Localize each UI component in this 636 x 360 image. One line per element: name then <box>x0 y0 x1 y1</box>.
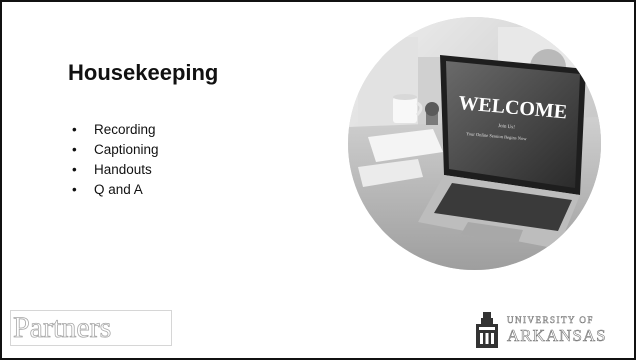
bullet-item: • Handouts <box>70 160 159 180</box>
bullet-item: • Q and A <box>70 180 159 200</box>
university-line2: ARKANSAS <box>507 326 607 346</box>
bullet-item: • Captioning <box>70 140 159 160</box>
slide-title: Housekeeping <box>68 60 219 85</box>
bullet-dot-icon: • <box>72 182 77 197</box>
laptop-illustration: WELCOME Join Us! Your Online Session Beg… <box>348 17 601 270</box>
bullet-list: • Recording • Captioning • Handouts • Q and … <box>70 120 159 200</box>
university-of-arkansas-logo: UNIVERSITY OF ARKANSAS <box>472 312 622 350</box>
bullet-item: • Recording <box>70 120 159 140</box>
bullet-text: Recording <box>94 122 156 137</box>
bullet-dot-icon: • <box>72 142 77 157</box>
partners-logo: Partners <box>10 310 172 346</box>
bullet-dot-icon: • <box>72 162 77 177</box>
university-line1: UNIVERSITY OF <box>507 315 594 326</box>
bullet-text: Q and A <box>94 182 143 197</box>
bullet-dot-icon: • <box>72 122 77 137</box>
bullet-text: Captioning <box>94 142 159 157</box>
bullet-text: Handouts <box>94 162 152 177</box>
laptop-photo: WELCOME Join Us! Your Online Session Beg… <box>348 17 601 270</box>
slide: Housekeeping • Recording • Captioning • Han… <box>0 0 636 360</box>
old-main-building-icon <box>476 312 498 348</box>
